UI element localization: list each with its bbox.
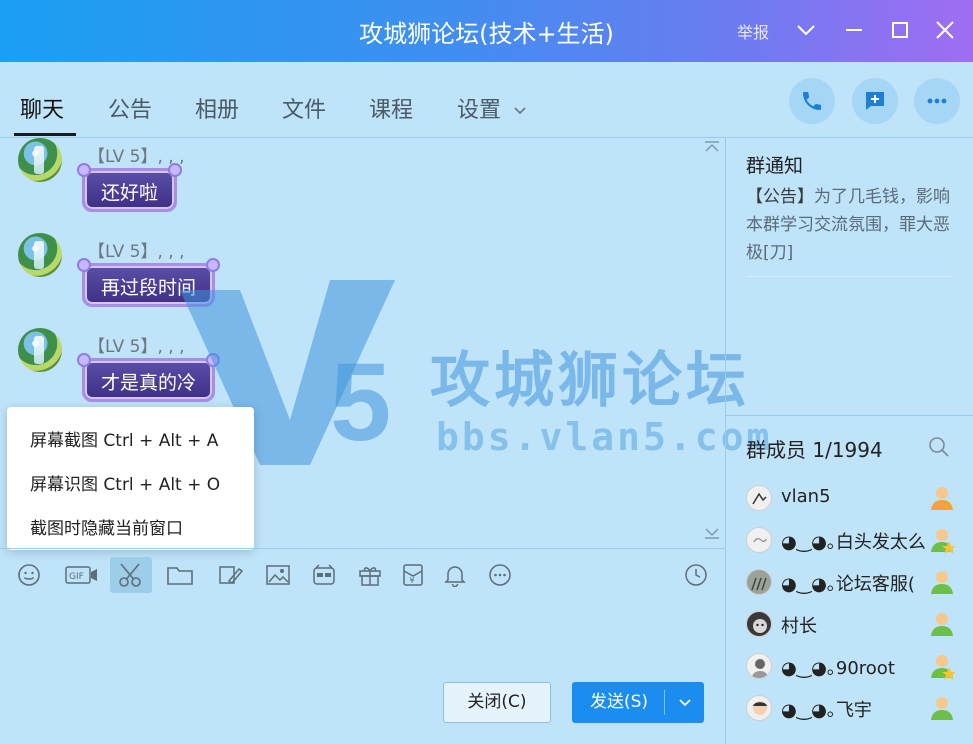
member-icon [929, 568, 955, 596]
member-item[interactable]: vlan5 [746, 483, 972, 513]
avatar[interactable] [18, 328, 62, 372]
menu-item-screenshot[interactable]: 屏幕截图 Ctrl + Alt + A [30, 426, 218, 451]
more-circle-icon[interactable] [484, 560, 514, 590]
tab-settings-label: 设置 [457, 98, 502, 123]
avatar[interactable] [18, 138, 62, 182]
avatar [746, 653, 772, 679]
tab-files[interactable]: 文件 [282, 92, 326, 124]
member-item[interactable]: 村长 [746, 609, 972, 639]
screenshot-menu: 屏幕截图 Ctrl + Alt + A 屏幕识图 Ctrl + Alt + O … [7, 407, 254, 550]
chevron-down-icon [514, 107, 526, 115]
send-divider [664, 690, 665, 715]
active-tab-indicator [14, 133, 76, 136]
add-message-icon [866, 92, 884, 110]
search-icon[interactable] [928, 436, 950, 462]
message-text: 再过段时间 [101, 277, 197, 299]
member-icon [929, 694, 955, 722]
admin-icon [929, 652, 956, 680]
sender-level: 【LV 5】, , , [88, 147, 185, 167]
menu-item-hide-window[interactable]: 截图时隐藏当前窗口 [30, 514, 183, 539]
message-text: 还好啦 [101, 182, 159, 204]
message-bubble[interactable]: 再过段时间 [77, 258, 221, 307]
member-name: ◕‿◕｡白头发太么 [781, 532, 926, 553]
member-item[interactable]: ◕‿◕｡90root [746, 651, 972, 681]
message-text: 才是真的冷 [101, 372, 197, 394]
send-label: 发送(S) [590, 692, 649, 712]
tab-courses[interactable]: 课程 [369, 92, 413, 124]
member-item[interactable]: ◕‿◕｡白头发太么 [746, 525, 972, 555]
scroll-to-top-icon[interactable] [704, 140, 720, 156]
maximize-icon[interactable] [886, 15, 914, 45]
title-bar: 攻城狮论坛(技术+生活) 举报 [0, 0, 973, 62]
emoji-icon[interactable] [14, 560, 44, 590]
image-edit-icon[interactable] [214, 560, 244, 590]
member-name: ◕‿◕｡飞宇 [781, 700, 872, 721]
avatar [746, 569, 772, 595]
picture-icon[interactable] [262, 560, 292, 590]
notice-content[interactable]: 【公告】为了几毛钱，影响本群学习交流氛围，罪大恶极[刀] [746, 183, 960, 267]
send-button[interactable]: 发送(S) [572, 682, 704, 723]
member-name: vlan5 [781, 486, 831, 507]
avatar [746, 485, 772, 511]
owner-icon [929, 484, 955, 512]
scroll-to-bottom-icon[interactable] [704, 528, 720, 544]
gift-icon[interactable] [354, 560, 384, 590]
svg-text:¥: ¥ [410, 576, 415, 585]
members-divider [726, 415, 973, 416]
tab-chat[interactable]: 聊天 [20, 92, 64, 124]
folder-icon[interactable] [163, 560, 195, 590]
sticker-icon[interactable] [308, 560, 338, 590]
notice-title: 群通知 [746, 155, 804, 177]
bell-icon[interactable] [439, 560, 469, 590]
history-icon[interactable] [680, 560, 710, 590]
sender-level: 【LV 5】, , , [88, 242, 185, 262]
member-item[interactable]: ◕‿◕｡飞宇 [746, 693, 972, 723]
message-bubble[interactable]: 还好啦 [77, 163, 183, 212]
member-name: ◕‿◕｡论坛客服( [781, 574, 915, 595]
menu-item-screen-recognize[interactable]: 屏幕识图 Ctrl + Alt + O [30, 470, 220, 495]
send-options-icon[interactable] [673, 690, 697, 714]
close-button[interactable]: 关闭(C) [443, 682, 551, 723]
tab-album[interactable]: 相册 [195, 92, 239, 124]
close-icon[interactable] [931, 15, 959, 45]
input-divider [0, 548, 725, 549]
gif-icon[interactable]: GIF [62, 560, 98, 590]
members-title: 群成员 1/1994 [746, 438, 883, 462]
call-button[interactable] [789, 78, 835, 124]
minimize-icon[interactable] [840, 15, 868, 45]
avatar [746, 695, 772, 721]
tab-announcements[interactable]: 公告 [108, 92, 152, 124]
tab-settings[interactable]: 设置 [457, 92, 528, 124]
window-title: 攻城狮论坛(技术+生活) [359, 20, 614, 48]
more-button[interactable] [914, 78, 960, 124]
more-icon [927, 98, 947, 104]
member-icon [929, 610, 955, 638]
notice-prefix: 【公告】 [746, 187, 814, 207]
notice-divider [746, 276, 952, 277]
tab-bar: 聊天 公告 相册 文件 课程 设置 [0, 62, 973, 138]
member-name: 村长 [781, 616, 817, 637]
avatar [746, 611, 772, 637]
member-item[interactable]: ◕‿◕｡论坛客服( [746, 567, 972, 597]
input-toolbar: GIF ¥ [0, 556, 725, 596]
chevron-down-icon[interactable] [792, 15, 820, 45]
admin-icon [929, 526, 956, 554]
svg-text:GIF: GIF [69, 572, 84, 582]
avatar [746, 527, 772, 553]
avatar[interactable] [18, 233, 62, 277]
red-packet-icon[interactable]: ¥ [397, 560, 427, 590]
group-side-panel: 群通知 【公告】为了几毛钱，影响本群学习交流氛围，罪大恶极[刀] 群成员 1/1… [725, 138, 973, 744]
add-message-button[interactable] [852, 78, 898, 124]
sender-level: 【LV 5】, , , [88, 337, 185, 357]
scissors-icon[interactable] [110, 557, 152, 593]
phone-icon [803, 92, 821, 110]
member-name: ◕‿◕｡90root [781, 658, 895, 679]
message-bubble[interactable]: 才是真的冷 [77, 353, 221, 402]
report-button[interactable]: 举报 [737, 19, 769, 43]
